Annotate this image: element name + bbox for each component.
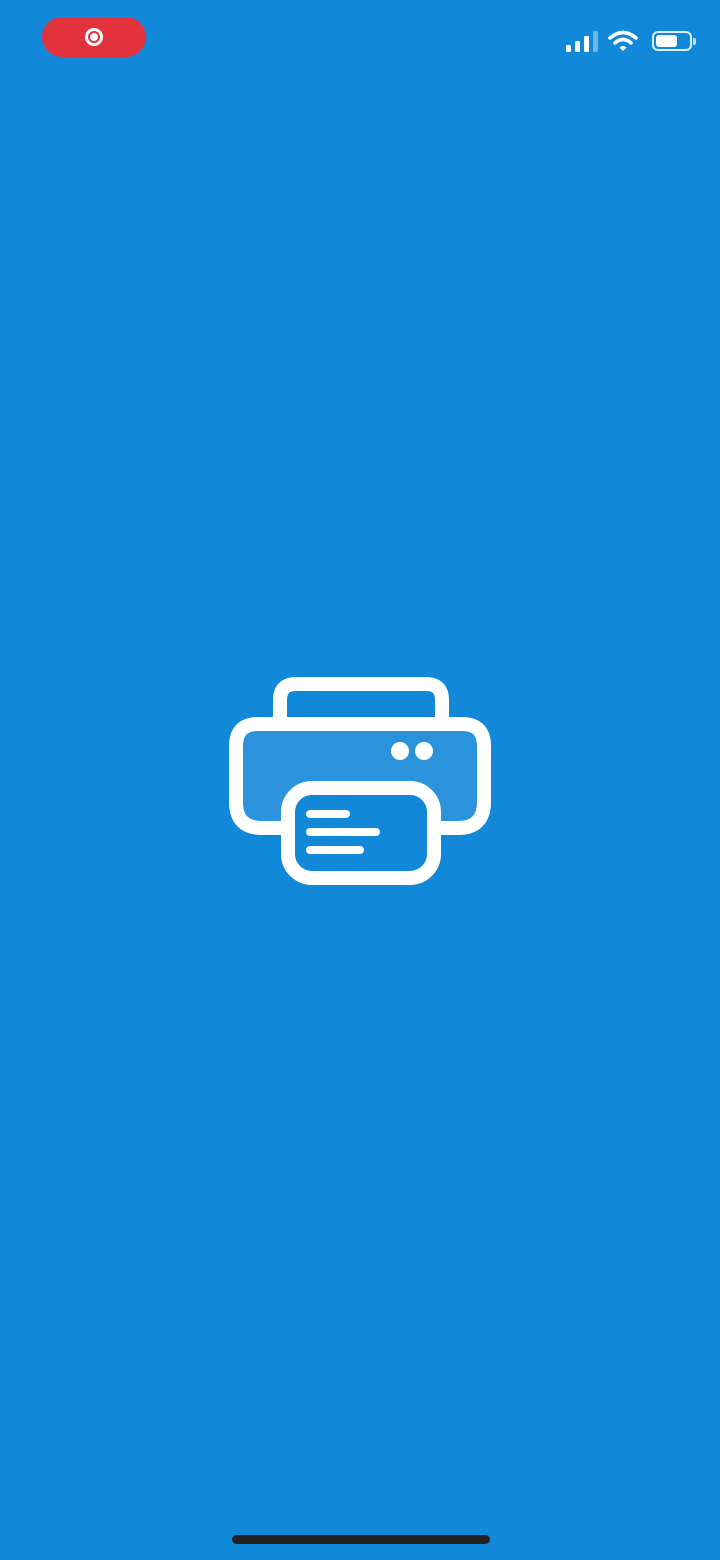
printer-icon	[229, 677, 491, 885]
battery-level-fill	[656, 35, 677, 47]
recording-icon	[85, 28, 103, 46]
battery-icon	[652, 31, 696, 51]
status-bar	[0, 0, 720, 80]
wifi-icon	[608, 30, 638, 51]
home-indicator[interactable]	[232, 1535, 490, 1544]
cellular-signal-icon	[566, 30, 598, 52]
app-logo	[228, 676, 492, 886]
status-icons	[566, 30, 696, 52]
splash-screen	[0, 0, 720, 1560]
screen-recording-indicator[interactable]	[42, 17, 146, 57]
